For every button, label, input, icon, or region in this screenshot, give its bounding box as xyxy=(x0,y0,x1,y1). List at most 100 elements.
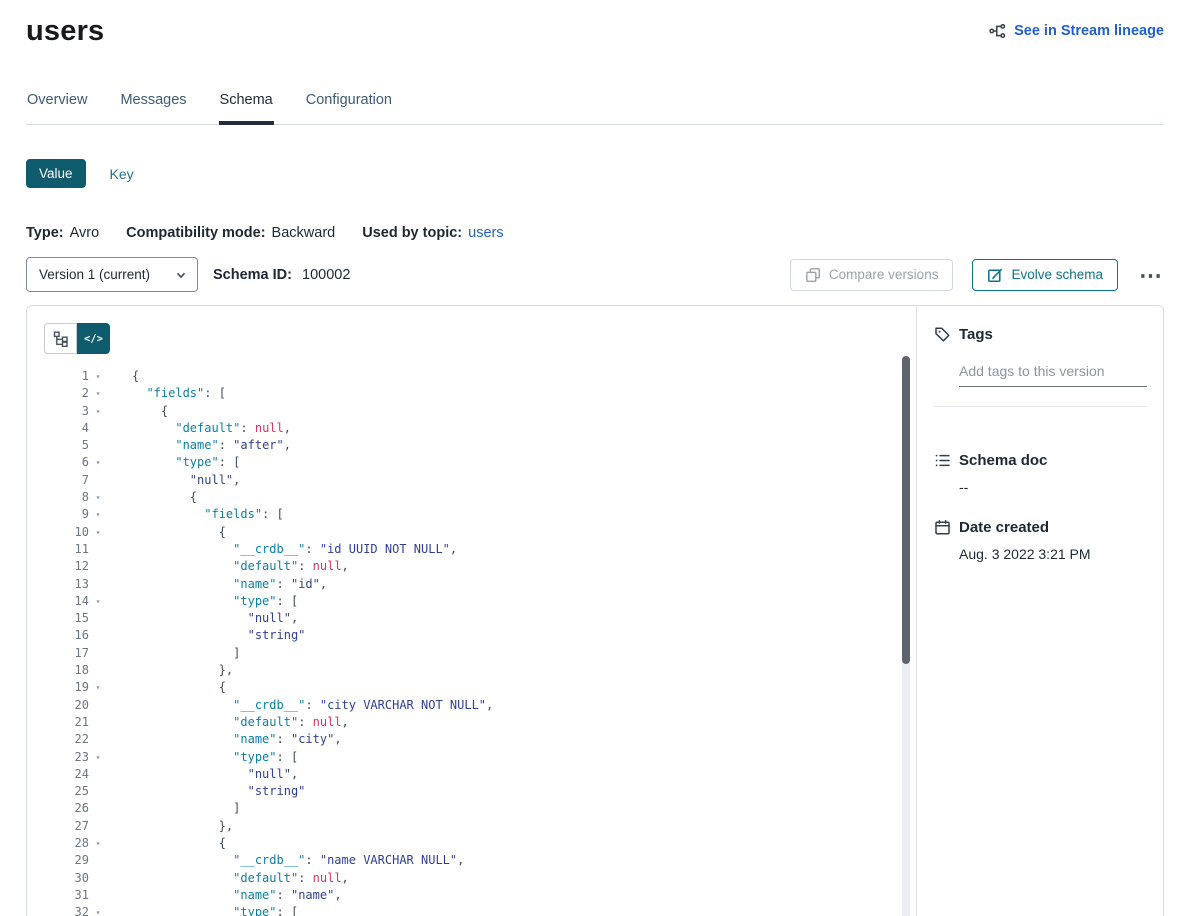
line-number: 13 xyxy=(44,576,89,593)
scrollbar-thumb[interactable] xyxy=(902,356,910,664)
meta-type: Type: Avro xyxy=(26,225,99,241)
gutter-line: 13 xyxy=(44,576,107,593)
schema-controls: Version 1 (current) Schema ID: 100002 Co… xyxy=(26,257,1164,292)
evolve-schema-icon xyxy=(987,267,1003,283)
code-line: "fields": [ xyxy=(132,385,493,402)
meta-topic: Used by topic: users xyxy=(362,225,503,241)
gutter-line: 8▾ xyxy=(44,489,107,506)
editor-scrollbar[interactable] xyxy=(902,356,910,916)
gutter-line: 27 xyxy=(44,818,107,835)
code-line: { xyxy=(132,524,493,541)
code-line: { xyxy=(132,835,493,852)
compatibility-label: Compatibility mode: xyxy=(126,225,265,241)
type-label: Type: xyxy=(26,225,64,241)
gutter-line: 16 xyxy=(44,627,107,644)
fold-arrow-icon[interactable]: ▾ xyxy=(89,454,107,471)
schema-meta: Type: Avro Compatibility mode: Backward … xyxy=(26,225,1164,241)
tree-view-button[interactable] xyxy=(44,323,77,354)
line-number: 15 xyxy=(44,610,89,627)
gutter-line: 9▾ xyxy=(44,506,107,523)
line-number: 9 xyxy=(44,506,89,523)
gutter-line: 14▾ xyxy=(44,593,107,610)
add-tags-input[interactable] xyxy=(959,363,1147,387)
fold-arrow-icon[interactable]: ▾ xyxy=(89,524,107,541)
code-line: "name": "city", xyxy=(132,731,493,748)
stream-lineage-link[interactable]: See in Stream lineage xyxy=(989,23,1164,39)
stream-lineage-label: See in Stream lineage xyxy=(1014,23,1164,39)
code-view-button[interactable]: </> xyxy=(77,323,110,354)
code-line: { xyxy=(132,679,493,696)
code-line: "type": [ xyxy=(132,749,493,766)
tab-configuration[interactable]: Configuration xyxy=(305,92,393,125)
gutter-line: 22 xyxy=(44,731,107,748)
gutter-line: 21 xyxy=(44,714,107,731)
gutter-line: 31 xyxy=(44,887,107,904)
code-line: "__crdb__": "name VARCHAR NULL", xyxy=(132,852,493,869)
code-line: "name": "id", xyxy=(132,576,493,593)
compare-versions-button[interactable]: Compare versions xyxy=(790,259,954,291)
schema-card: </> 1▾2▾3▾456▾78▾9▾10▾11121314▾151617181… xyxy=(26,305,1164,916)
code-viewer: 1▾2▾3▾456▾78▾9▾10▾11121314▾1516171819▾20… xyxy=(44,368,916,916)
tab-overview[interactable]: Overview xyxy=(26,92,88,125)
line-number: 32 xyxy=(44,904,89,916)
line-number: 5 xyxy=(44,437,89,454)
code-line: "type": [ xyxy=(132,593,493,610)
line-number: 31 xyxy=(44,887,89,904)
code-line: "default": null, xyxy=(132,420,493,437)
fold-arrow-icon[interactable]: ▾ xyxy=(89,506,107,523)
ellipsis-icon: ⋯ xyxy=(1139,262,1162,288)
line-number: 22 xyxy=(44,731,89,748)
type-value: Avro xyxy=(70,225,100,241)
code-line: { xyxy=(132,403,493,420)
version-select[interactable]: Version 1 (current) xyxy=(26,257,198,292)
line-number: 27 xyxy=(44,818,89,835)
fold-arrow-icon[interactable]: ▾ xyxy=(89,593,107,610)
sidebar-divider xyxy=(934,406,1147,407)
line-number: 10 xyxy=(44,524,89,541)
gutter-line: 17 xyxy=(44,645,107,662)
code-line: }, xyxy=(132,662,493,679)
topic-label: Used by topic: xyxy=(362,225,462,241)
line-number: 11 xyxy=(44,541,89,558)
line-number: 1 xyxy=(44,368,89,385)
gutter-line: 32▾ xyxy=(44,904,107,916)
key-toggle-button[interactable]: Key xyxy=(110,166,134,182)
compare-versions-icon xyxy=(805,267,821,283)
line-number: 12 xyxy=(44,558,89,575)
code-line: "type": [ xyxy=(132,454,493,471)
code-line: "default": null, xyxy=(132,714,493,731)
schema-doc-section: Schema doc xyxy=(934,452,1147,469)
fold-arrow-icon[interactable]: ▾ xyxy=(89,835,107,852)
fold-arrow-icon[interactable]: ▾ xyxy=(89,368,107,385)
value-toggle-button[interactable]: Value xyxy=(26,159,86,188)
fold-arrow-icon[interactable]: ▾ xyxy=(89,403,107,420)
stream-lineage-icon xyxy=(989,23,1006,39)
line-number: 28 xyxy=(44,835,89,852)
fold-arrow-icon[interactable]: ▾ xyxy=(89,749,107,766)
line-number: 30 xyxy=(44,870,89,887)
topic-link[interactable]: users xyxy=(468,225,503,241)
fold-arrow-icon[interactable]: ▾ xyxy=(89,385,107,402)
fold-arrow-icon[interactable]: ▾ xyxy=(89,489,107,506)
evolve-schema-button[interactable]: Evolve schema xyxy=(972,259,1118,291)
value-key-toggle: Value Key xyxy=(26,159,1164,188)
code-lines: { "fields": [ { "default": null, "name":… xyxy=(107,368,493,916)
line-number: 4 xyxy=(44,420,89,437)
line-number: 3 xyxy=(44,403,89,420)
code-line: "null", xyxy=(132,766,493,783)
line-number: 2 xyxy=(44,385,89,402)
schema-sidebar: Tags Schema doc -- Date created xyxy=(916,306,1163,916)
schema-id-value: 100002 xyxy=(302,267,350,283)
line-number: 25 xyxy=(44,783,89,800)
fold-arrow-icon[interactable]: ▾ xyxy=(89,679,107,696)
tab-schema[interactable]: Schema xyxy=(219,92,274,125)
line-number: 17 xyxy=(44,645,89,662)
code-gutter: 1▾2▾3▾456▾78▾9▾10▾11121314▾1516171819▾20… xyxy=(44,368,107,916)
fold-arrow-icon[interactable]: ▾ xyxy=(89,904,107,916)
tab-messages[interactable]: Messages xyxy=(119,92,187,125)
code-line: "default": null, xyxy=(132,870,493,887)
code-line: "name": "name", xyxy=(132,887,493,904)
code-line: "null", xyxy=(132,472,493,489)
more-options-button[interactable]: ⋯ xyxy=(1137,270,1164,280)
code-line: "string" xyxy=(132,627,493,644)
